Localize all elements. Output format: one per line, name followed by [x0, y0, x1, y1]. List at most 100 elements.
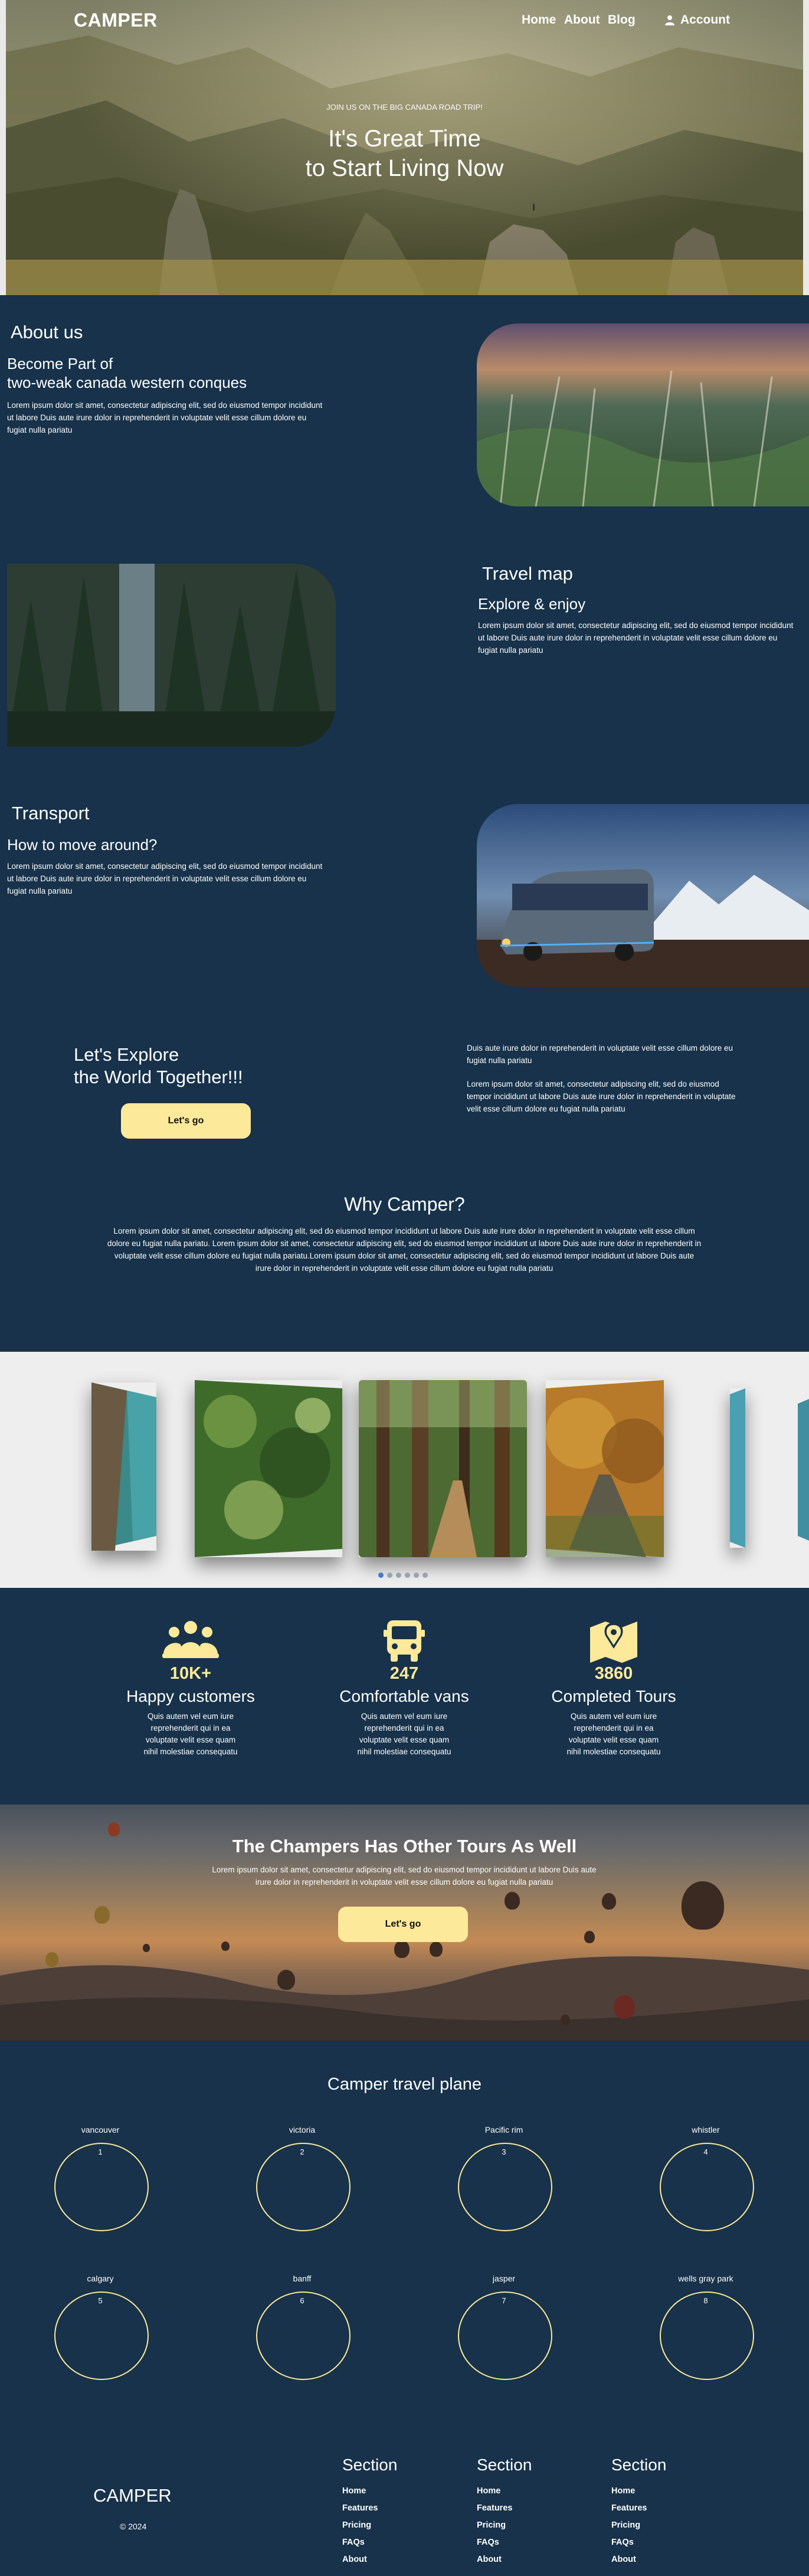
footer-link-pricing[interactable]: Pricing	[342, 2517, 460, 2534]
map-pin-icon	[590, 1622, 637, 1663]
account-button[interactable]: Account	[665, 13, 730, 27]
nav-blog-link[interactable]: Blog	[608, 13, 636, 27]
plan-stop-number: 4	[703, 2147, 708, 2156]
about-heading: About us	[11, 322, 83, 342]
footer-link-pricing[interactable]: Pricing	[477, 2517, 595, 2534]
footer-link-about[interactable]: About	[611, 2551, 729, 2568]
carousel-dot-5[interactable]	[414, 1573, 419, 1578]
balloon	[505, 1892, 520, 1910]
carousel-slide-beach[interactable]	[730, 1388, 745, 1548]
image-carousel[interactable]	[0, 1352, 809, 1588]
explore-lets-go-button[interactable]: Let's go	[121, 1103, 251, 1139]
balloon	[277, 1970, 295, 1990]
stat-vans-value: 247	[389, 1664, 419, 1683]
carousel-slide-forest-path[interactable]	[359, 1380, 527, 1557]
footer-link-about[interactable]: About	[477, 2551, 595, 2568]
carousel-dot-6[interactable]	[422, 1573, 428, 1578]
plan-stop-name: vancouver	[81, 2125, 120, 2134]
plan-stop-number: 1	[98, 2147, 103, 2156]
hero-title: It's Great Time to Start Living Now	[0, 124, 809, 183]
footer-link-faqs[interactable]: FAQs	[342, 2534, 460, 2551]
footer-link-home[interactable]: Home	[611, 2483, 729, 2500]
footer-logo[interactable]: CAMPER	[93, 2485, 172, 2506]
balloon	[394, 1940, 410, 1958]
site-logo[interactable]: CAMPER	[74, 9, 158, 31]
nav-about-link[interactable]: About	[564, 13, 600, 27]
nav-home-link[interactable]: Home	[522, 13, 556, 27]
stat-tours: 3860 Completed Tours Quis autem vel eum …	[540, 1619, 687, 1758]
tours-text: Lorem ipsum dolor sit amet, consectetur …	[212, 1865, 597, 1887]
plan-stop-number: 6	[300, 2296, 304, 2305]
travel-map-forest-image	[7, 564, 336, 747]
balloon	[682, 1881, 724, 1930]
group-icon	[162, 1621, 219, 1658]
plan-stop-name: banff	[293, 2274, 312, 2283]
plan-stop-7[interactable]: jasper 7	[445, 2274, 563, 2380]
footer-copyright: © 2024	[120, 2522, 147, 2531]
footer-column-title: Section	[477, 2456, 532, 2474]
explore-text-1: Duis aute irure dolor in reprehenderit i…	[467, 1044, 733, 1065]
plan-stop-name: victoria	[289, 2125, 316, 2134]
footer-link-faqs[interactable]: FAQs	[611, 2534, 729, 2551]
transport-heading: Transport	[12, 803, 90, 823]
carousel-dot-2[interactable]	[387, 1573, 392, 1578]
plan-stop-name: jasper	[492, 2274, 516, 2283]
travel-map-heading: Travel map	[482, 563, 573, 584]
stat-customers-value: 10K+	[169, 1664, 212, 1683]
carousel-slide-autumn-road[interactable]	[546, 1380, 664, 1557]
balloon	[143, 1944, 150, 1952]
balloon	[45, 1952, 58, 1967]
stat-tours-text: Quis autem vel eum iure reprehenderit qu…	[566, 1712, 661, 1756]
tours-lets-go-button[interactable]: Let's go	[338, 1907, 468, 1942]
travel-map-text: Lorem ipsum dolor sit amet, consectetur …	[478, 621, 794, 655]
plan-stop-6[interactable]: banff 6	[243, 2274, 361, 2380]
plan-stop-4[interactable]: whistler 4	[647, 2125, 765, 2231]
footer-link-home[interactable]: Home	[477, 2483, 595, 2500]
plan-stop-number: 5	[98, 2296, 103, 2305]
footer-link-home[interactable]: Home	[342, 2483, 460, 2500]
footer-column-1: Section Home Features Pricing FAQs About	[342, 2456, 460, 2568]
bus-icon	[384, 1620, 425, 1662]
plan-stop-1[interactable]: vancouver 1	[41, 2125, 159, 2231]
carousel-slide-coast[interactable]	[91, 1382, 156, 1551]
plan-stop-3[interactable]: Pacific rim 3	[445, 2125, 563, 2231]
transport-subheading: How to move around?	[7, 836, 158, 854]
about-text: Lorem ipsum dolor sit amet, consectetur …	[7, 401, 323, 434]
about-meadow-image	[477, 323, 809, 506]
footer-column-title: Section	[611, 2456, 667, 2474]
plan-stop-8[interactable]: wells gray park 8	[647, 2274, 765, 2380]
transport-text: Lorem ipsum dolor sit amet, consectetur …	[7, 862, 323, 895]
hero-title-line2: to Start Living Now	[305, 155, 504, 181]
footer-link-features[interactable]: Features	[342, 2500, 460, 2517]
carousel-dot-1[interactable]	[378, 1573, 384, 1578]
plan-stop-2[interactable]: victoria 2	[243, 2125, 361, 2231]
footer-column-2: Section Home Features Pricing FAQs About	[477, 2456, 595, 2568]
plan-stop-name: calgary	[87, 2274, 114, 2283]
plan-stop-name: wells gray park	[678, 2274, 733, 2283]
footer-link-features[interactable]: Features	[611, 2500, 729, 2517]
explore-title-line2: the World Together!!!	[74, 1067, 243, 1087]
footer-link-about[interactable]: About	[342, 2551, 460, 2568]
carousel-dot-4[interactable]	[405, 1573, 410, 1578]
balloon	[221, 1941, 230, 1951]
why-text: Lorem ipsum dolor sit amet, consectetur …	[107, 1227, 702, 1273]
plan-stop-number: 3	[502, 2147, 506, 2156]
transport-bus-image	[477, 804, 809, 987]
plan-stop-number: 2	[300, 2147, 304, 2156]
footer-column-title: Section	[342, 2456, 398, 2474]
user-icon	[665, 15, 674, 25]
footer-link-faqs[interactable]: FAQs	[477, 2534, 595, 2551]
footer-link-pricing[interactable]: Pricing	[611, 2517, 729, 2534]
plan-stop-5[interactable]: calgary 5	[41, 2274, 159, 2380]
plan-stop-number: 8	[703, 2296, 708, 2305]
balloon	[94, 1906, 110, 1924]
explore-title-line1: Let's Explore	[74, 1044, 179, 1065]
carousel-dot-3[interactable]	[396, 1573, 401, 1578]
stat-tours-label: Completed Tours	[551, 1687, 676, 1705]
plan-stop-name: whistler	[692, 2125, 720, 2134]
account-label: Account	[680, 13, 730, 27]
about-subheading-line2: two-weak canada western conques	[7, 374, 247, 391]
carousel-slide-forest-bokeh[interactable]	[195, 1380, 342, 1557]
footer-link-features[interactable]: Features	[477, 2500, 595, 2517]
travel-map-subheading: Explore & enjoy	[478, 595, 586, 613]
